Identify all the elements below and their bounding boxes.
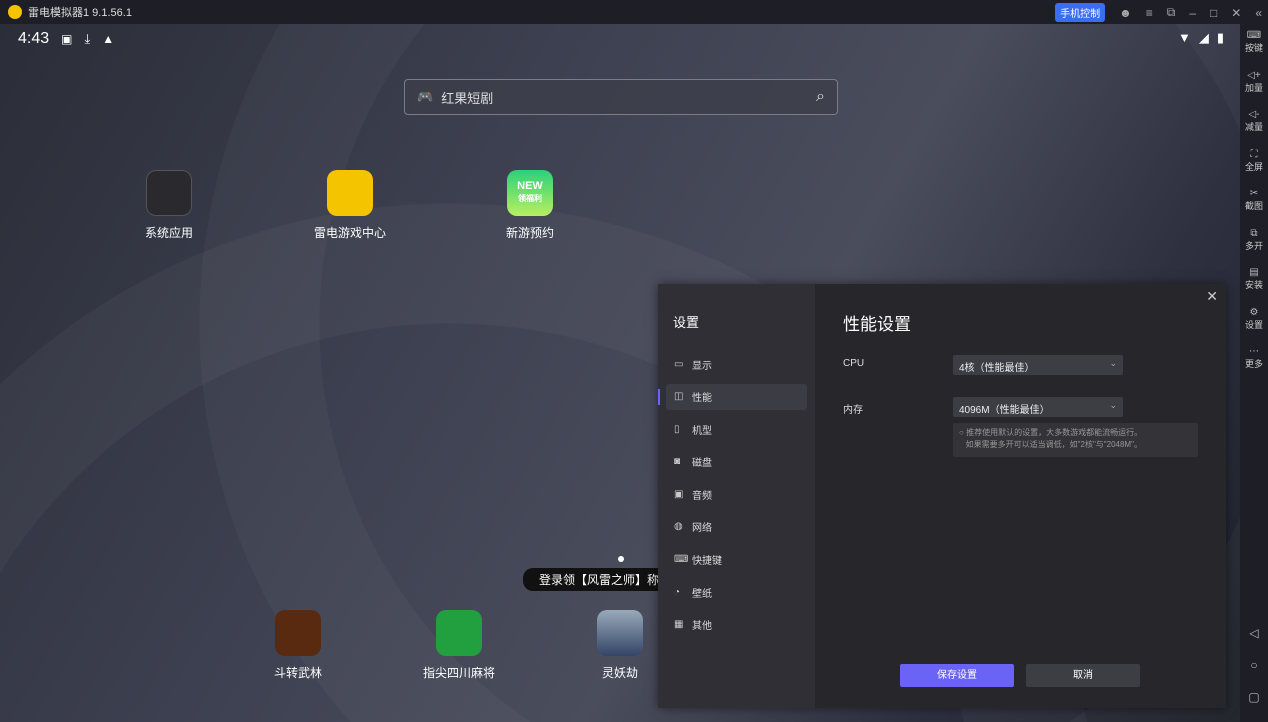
settings-title: 设置 <box>673 315 700 330</box>
app-logo-icon <box>8 5 22 19</box>
minimize-icon[interactable]: – <box>1189 6 1196 20</box>
nav-other[interactable]: ▦ 其他 <box>666 612 807 638</box>
avatar-icon[interactable]: ☻ <box>1119 6 1132 20</box>
search-placeholder: 红果短剧 <box>441 90 494 106</box>
sidebar-screenshot[interactable]: ✂ 截图 <box>1240 182 1268 222</box>
app-mahjong[interactable]: 指尖四川麻将 <box>409 610 509 681</box>
nav-display[interactable]: ▭ 显示 <box>666 351 807 377</box>
nav-disk[interactable]: ◙ 磁盘 <box>666 449 807 475</box>
globe-icon: ◍ <box>674 521 683 533</box>
nav-wallpaper[interactable]: ◔ 壁纸 <box>666 579 807 605</box>
app-label: 雷电游戏中心 <box>313 226 386 240</box>
app-label: 新游预约 <box>505 226 554 240</box>
window-title: 雷电模拟器1 9.1.56.1 <box>28 7 132 19</box>
new-games-icon: NEW 领福利 <box>507 170 553 216</box>
emulator-sidebar: ⌨ 按键 ◁+ 加量 ◁- 减量 ⛶ 全屏 ✂ 截图 ⧉ 多开 ▤ 安装 ⚙ 设置 ⋯ 更多 ◁ … <box>1240 24 1268 722</box>
game-center-icon <box>327 170 373 216</box>
volume-up-icon: ◁+ <box>1247 69 1261 81</box>
monitor-icon: ▭ <box>674 358 684 370</box>
search-icon[interactable]: ⌕ <box>816 88 825 106</box>
audio-icon: ▣ <box>674 488 684 500</box>
lingyaojie-icon <box>597 610 643 656</box>
battery-icon: ▮ <box>1216 30 1224 45</box>
memory-label: 内存 <box>843 405 863 416</box>
hint-box: ○ 推荐使用默认的设置，大多数游戏都能流畅运行。 如果需要多开可以适当调低，如"… <box>953 423 1198 457</box>
save-button[interactable]: 保存设置 <box>900 664 1014 687</box>
title-bar: 雷电模拟器1 9.1.56.1 手机控制 ☻ ≡ ⧉ – □ ✕ « <box>0 0 1268 24</box>
nav-network[interactable]: ◍ 网络 <box>666 514 807 540</box>
palette-icon: ◔ <box>674 586 681 598</box>
signal-icon: ◢ <box>1198 30 1209 45</box>
douzhuan-icon <box>275 610 321 656</box>
scissors-icon: ✂ <box>1249 188 1259 199</box>
mahjong-icon <box>436 610 482 656</box>
lightbulb-icon: ○ <box>959 428 964 437</box>
app-label: 系统应用 <box>144 226 193 240</box>
recents-icon[interactable]: ▢ <box>1248 690 1259 704</box>
chevron-down-icon: ⌄ <box>1109 358 1117 368</box>
nav-performance[interactable]: ◫ 性能 <box>658 383 807 410</box>
apk-icon: ▤ <box>1249 267 1259 278</box>
app-label: 指尖四川麻将 <box>422 666 495 680</box>
app-system-apps[interactable]: 系统应用 <box>119 170 219 241</box>
app-label: 斗转武林 <box>273 666 322 680</box>
sidebar-install[interactable]: ▤ 安装 <box>1240 261 1268 301</box>
app-douzhuan[interactable]: 斗转武林 <box>248 610 348 681</box>
download-icon: ⤓ <box>84 31 91 46</box>
gamepad-icon: 🎮 <box>417 89 434 104</box>
settings-dialog: 设置 ▭ 显示 ◫ 性能 ▯ 机型 ◙ 磁盘 ▣ 音频 ◍ 网络 ⌨ 快捷键 ◔ 壁纸 ▦ 其他 … <box>658 284 1226 708</box>
sidebar-settings[interactable]: ⚙ 设置 <box>1240 301 1268 341</box>
settings-content: ✕ 性能设置 CPU 4核（性能最佳） ⌄ 内存 4096M（性能最佳） ⌄ ○ 推… <box>815 284 1226 708</box>
wifi-icon: ▼ <box>1177 30 1191 45</box>
app-game-center[interactable]: 雷电游戏中心 <box>300 170 400 241</box>
keyboard-icon: ⌨ <box>1246 30 1262 41</box>
cpu-label: CPU <box>843 358 865 369</box>
close-icon[interactable]: ✕ <box>1206 288 1218 305</box>
grid-icon: ▦ <box>674 619 684 631</box>
maximize-icon[interactable]: □ <box>1210 6 1217 20</box>
disk-icon: ◙ <box>674 456 681 468</box>
status-bar: 4:43 ▣ ⤓ ▲ <box>18 30 114 48</box>
cancel-button[interactable]: 取消 <box>1026 664 1140 687</box>
close-icon[interactable]: ✕ <box>1231 6 1241 20</box>
nav-audio[interactable]: ▣ 音频 <box>666 481 807 507</box>
performance-icon: ◫ <box>674 391 684 403</box>
sidebar-volume-down[interactable]: ◁- 减量 <box>1240 103 1268 143</box>
sidebar-more[interactable]: ⋯ 更多 <box>1240 340 1268 380</box>
system-apps-icon <box>146 170 192 216</box>
gear-icon: ⚙ <box>1249 306 1259 318</box>
clock: 4:43 <box>18 30 50 47</box>
app-new-games[interactable]: NEW 领福利 新游预约 <box>480 170 580 241</box>
volume-down-icon: ◁- <box>1248 109 1260 120</box>
app-lingyaojie[interactable]: 灵妖劫 <box>570 610 670 681</box>
cpu-select[interactable]: 4核（性能最佳） ⌄ <box>953 355 1123 375</box>
popout-icon[interactable]: ⧉ <box>1167 5 1176 20</box>
multi-instance-icon: ⧉ <box>1250 227 1258 239</box>
promo-tooltip: 登录领【风雷之师】称 <box>523 568 676 591</box>
sidebar-fullscreen[interactable]: ⛶ 全屏 <box>1240 143 1268 183</box>
app-label: 灵妖劫 <box>601 666 638 680</box>
sidebar-keymap[interactable]: ⌨ 按键 <box>1240 24 1268 64</box>
memory-select[interactable]: 4096M（性能最佳） ⌄ <box>953 397 1123 417</box>
page-indicator <box>618 556 624 562</box>
more-icon: ⋯ <box>1249 346 1259 357</box>
sidebar-multi[interactable]: ⧉ 多开 <box>1240 222 1268 262</box>
image-icon: ▣ <box>61 32 73 46</box>
phone-model-icon: ▯ <box>674 423 680 435</box>
chevron-down-icon: ⌄ <box>1109 400 1117 410</box>
page-title: 性能设置 <box>843 315 911 334</box>
home-icon[interactable]: ○ <box>1250 658 1257 672</box>
search-bar[interactable]: 🎮 红果短剧 ⌕ <box>404 79 838 115</box>
settings-nav: 设置 ▭ 显示 ◫ 性能 ▯ 机型 ◙ 磁盘 ▣ 音频 ◍ 网络 ⌨ 快捷键 ◔ 壁纸 ▦ 其他 <box>658 284 815 708</box>
menu-icon[interactable]: ≡ <box>1146 6 1153 20</box>
sidebar-volume-up[interactable]: ◁+ 加量 <box>1240 64 1268 104</box>
phone-control-button[interactable]: 手机控制 <box>1055 3 1106 22</box>
app-notify-icon: ▲ <box>102 32 115 46</box>
fullscreen-icon: ⛶ <box>1250 148 1258 160</box>
nav-model[interactable]: ▯ 机型 <box>666 416 807 442</box>
collapse-icon[interactable]: « <box>1255 6 1262 20</box>
back-icon[interactable]: ◁ <box>1249 626 1258 640</box>
keyboard-icon: ⌨ <box>674 554 689 566</box>
nav-shortcuts[interactable]: ⌨ 快捷键 <box>666 547 807 573</box>
